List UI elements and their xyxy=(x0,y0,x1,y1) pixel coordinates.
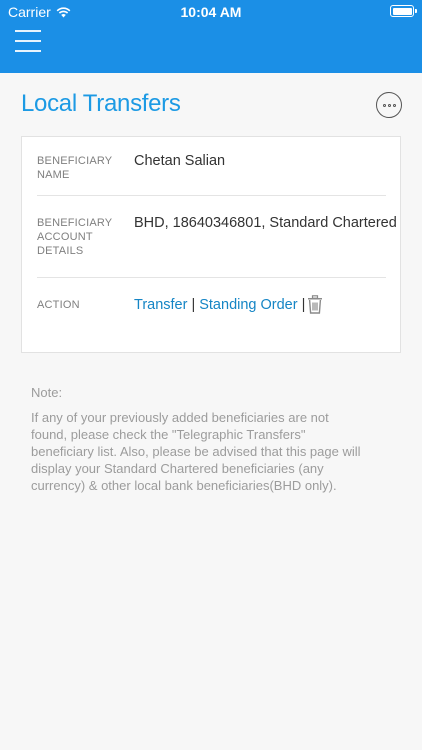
app-header: Carrier 10:04 AM xyxy=(0,0,422,73)
hamburger-icon-line xyxy=(15,40,41,42)
battery-icon xyxy=(390,5,417,17)
note-title: Note: xyxy=(31,385,63,400)
trash-icon[interactable] xyxy=(307,294,323,314)
hamburger-icon-line xyxy=(15,50,41,52)
beneficiary-account-label: BENEFICIARY ACCOUNT DETAILS xyxy=(37,217,113,257)
action-separator: | xyxy=(191,297,196,313)
transfer-link[interactable]: Transfer xyxy=(134,296,187,314)
page-title: Local Transfers xyxy=(21,90,181,117)
more-options-button[interactable] xyxy=(376,92,402,118)
status-bar: Carrier 10:04 AM xyxy=(0,0,422,24)
row-divider xyxy=(37,277,386,278)
more-options-icon-dot xyxy=(387,103,391,107)
note-section: Note: If any of your previously added be… xyxy=(31,384,363,494)
beneficiary-card: BENEFICIARY NAME Chetan Salian BENEFICIA… xyxy=(21,136,401,353)
note-body: If any of your previously added benefici… xyxy=(31,410,361,493)
more-options-icon-dot xyxy=(382,103,386,107)
more-options-icon-dot xyxy=(392,103,396,107)
hamburger-icon-line xyxy=(15,30,41,32)
action-separator: | xyxy=(301,297,306,313)
beneficiary-name-label: BENEFICIARY NAME xyxy=(37,155,113,181)
clock: 10:04 AM xyxy=(180,4,242,20)
row-divider xyxy=(37,195,386,196)
beneficiary-account-value: BHD, 18640346801, Standard Chartered xyxy=(134,215,397,231)
action-label: ACTION xyxy=(37,299,80,311)
hamburger-menu-button[interactable] xyxy=(15,30,41,52)
standing-order-link[interactable]: Standing Order xyxy=(199,296,297,314)
action-links: Transfer | Standing Order | xyxy=(134,294,394,314)
beneficiary-name-value: Chetan Salian xyxy=(134,153,226,169)
